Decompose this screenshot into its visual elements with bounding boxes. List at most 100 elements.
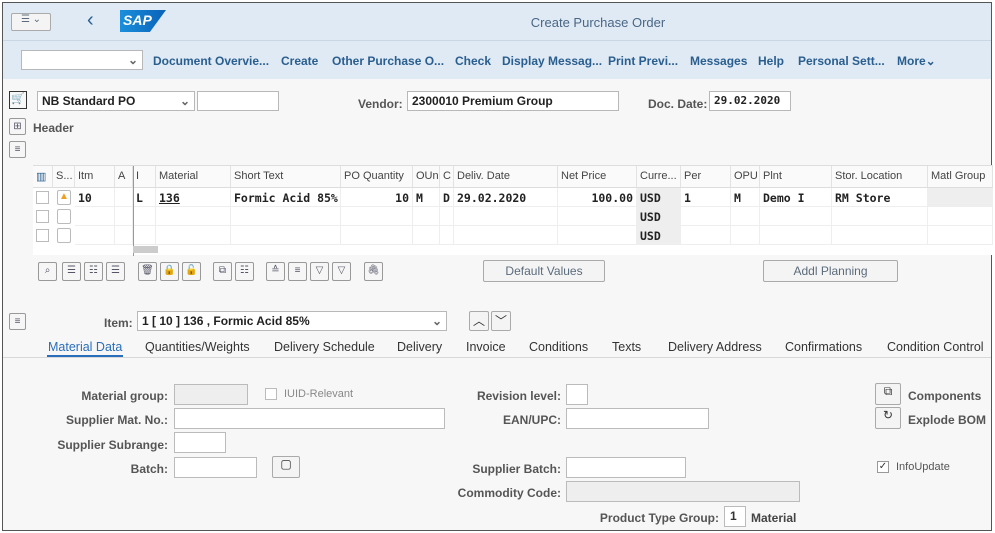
column-header[interactable]: Short Text xyxy=(231,166,341,188)
cell-empty xyxy=(115,188,133,207)
column-header[interactable]: Plnt xyxy=(760,166,832,188)
status-cell xyxy=(57,209,71,224)
batch-field[interactable] xyxy=(174,457,257,478)
tab-confirmations[interactable]: Confirmations xyxy=(785,340,862,354)
po-number-field[interactable] xyxy=(197,91,279,111)
sort-asc-icon[interactable]: ≙ xyxy=(266,262,285,281)
row-select-checkbox[interactable] xyxy=(36,229,49,242)
column-header[interactable]: A xyxy=(115,166,133,188)
iuid-checkbox[interactable] xyxy=(265,388,277,400)
product-type-group-field[interactable]: 1 xyxy=(724,506,746,527)
tab-delivery[interactable]: Delivery xyxy=(397,340,442,354)
doc-type-select[interactable]: NB Standard PO ⌄ xyxy=(37,91,195,111)
lock-icon[interactable]: 🔒 xyxy=(160,262,179,281)
column-header[interactable]: OPU xyxy=(731,166,760,188)
supplier-batch-field[interactable] xyxy=(566,457,686,478)
column-header[interactable]: OUn xyxy=(413,166,440,188)
unlock-icon[interactable]: 🔓 xyxy=(182,262,201,281)
cell-plnt xyxy=(760,207,832,226)
column-header[interactable]: PO Quantity xyxy=(341,166,413,188)
sort-desc-icon[interactable]: ≡ xyxy=(288,262,307,281)
components-button[interactable]: Components xyxy=(908,389,981,403)
commodity-code-field[interactable] xyxy=(566,481,800,502)
tab-quantities-weights[interactable]: Quantities/Weights xyxy=(145,340,250,354)
toolbar-more[interactable]: More⌄ xyxy=(897,54,936,68)
toolbar-other-po[interactable]: Other Purchase O... xyxy=(332,54,444,68)
tab-condition-control[interactable]: Condition Control xyxy=(887,340,984,354)
select-all-icon[interactable]: ▥ xyxy=(33,166,53,188)
ean-field[interactable] xyxy=(566,408,709,429)
cell-stor xyxy=(832,226,928,245)
active-tab-indicator xyxy=(47,355,123,357)
toolbar-print-preview[interactable]: Print Previ... xyxy=(608,54,678,68)
cell-c: D xyxy=(440,188,454,207)
cell-oun xyxy=(413,226,440,245)
delete-icon[interactable]: 🗑 xyxy=(138,262,157,281)
revision-level-field[interactable] xyxy=(566,384,588,405)
explode-bom-button[interactable]: Explode BOM xyxy=(908,413,986,427)
column-header[interactable]: C xyxy=(440,166,454,188)
supplier-mat-field[interactable] xyxy=(174,408,445,429)
column-header[interactable]: Itm xyxy=(75,166,115,188)
toolbar-messages[interactable]: Messages xyxy=(690,54,747,68)
explode-bom-icon[interactable]: ↻ xyxy=(875,407,901,429)
cart-icon[interactable]: 🛒 xyxy=(9,91,27,109)
toolbar-personal-settings[interactable]: Personal Sett... xyxy=(798,54,885,68)
toolbar-create[interactable]: Create xyxy=(281,54,318,68)
column-header[interactable]: Material xyxy=(156,166,231,188)
select-block-icon[interactable]: ☰ xyxy=(106,262,125,281)
toolbar-document-overview[interactable]: Document Overvie... xyxy=(153,54,269,68)
column-header[interactable]: I xyxy=(133,166,156,188)
tab-material-data[interactable]: Material Data xyxy=(48,340,122,354)
previous-item-button[interactable]: ︿ xyxy=(469,311,489,331)
tab-delivery-address[interactable]: Delivery Address xyxy=(668,340,762,354)
row-select-checkbox[interactable] xyxy=(36,191,49,204)
cell-material[interactable]: 136 xyxy=(156,188,231,207)
cell-empty xyxy=(115,226,133,245)
clear-filter-icon[interactable]: ▽ xyxy=(332,262,351,281)
default-values-button[interactable]: Default Values xyxy=(483,260,605,282)
row-select-checkbox[interactable] xyxy=(36,210,49,223)
tab-delivery-schedule[interactable]: Delivery Schedule xyxy=(274,340,375,354)
filter-icon[interactable]: ▽ xyxy=(310,262,329,281)
cell-material[interactable] xyxy=(156,226,231,245)
toolbar-check[interactable]: Check xyxy=(455,54,491,68)
select-all-rows-icon[interactable]: ☰ xyxy=(62,262,81,281)
expand-header-icon[interactable]: ⊞ xyxy=(9,118,26,135)
item-select[interactable]: 1 [ 10 ] 136 , Formic Acid 85% ⌄ xyxy=(137,311,447,331)
copy-icon[interactable]: ⧉ xyxy=(213,262,232,281)
cell-opu xyxy=(731,207,760,226)
column-header[interactable]: Per xyxy=(681,166,731,188)
tab-invoice[interactable]: Invoice xyxy=(466,340,506,354)
info-update-checkbox[interactable]: ✓ xyxy=(877,461,889,473)
command-field[interactable]: ⌄ xyxy=(21,50,143,70)
toolbar-help[interactable]: Help xyxy=(758,54,784,68)
components-icon[interactable]: ⧉ xyxy=(875,383,901,405)
details-icon[interactable]: ☷ xyxy=(235,262,254,281)
material-group-field[interactable] xyxy=(174,384,248,405)
column-header[interactable]: Stor. Location xyxy=(832,166,928,188)
collapse-item-detail-icon[interactable]: ≡ xyxy=(9,313,26,330)
tab-conditions[interactable]: Conditions xyxy=(529,340,588,354)
toolbar-display-messages[interactable]: Display Messag... xyxy=(502,54,602,68)
vendor-field[interactable]: 2300010 Premium Group xyxy=(407,91,619,111)
column-header[interactable]: Matl Group xyxy=(928,166,993,188)
column-header[interactable]: Net Price xyxy=(558,166,637,188)
column-header[interactable]: Curre... xyxy=(637,166,681,188)
column-header[interactable]: S... xyxy=(53,166,75,188)
cell-stor: RM Store xyxy=(832,188,928,207)
collapse-items-icon[interactable]: ≡ xyxy=(9,141,26,158)
addl-planning-button[interactable]: Addl Planning xyxy=(763,260,898,282)
doc-date-field[interactable]: 29.02.2020 xyxy=(709,91,791,111)
zoom-icon[interactable]: ⌕ xyxy=(38,262,57,281)
batch-copy-icon[interactable]: ▢ xyxy=(272,456,300,478)
subrange-field[interactable] xyxy=(174,432,226,453)
horizontal-scrollbar[interactable] xyxy=(133,246,158,253)
deselect-rows-icon[interactable]: ☷ xyxy=(84,262,103,281)
attachment-icon[interactable]: 🖇 xyxy=(364,262,383,281)
next-item-button[interactable]: ﹀ xyxy=(491,311,511,331)
cell-material[interactable] xyxy=(156,207,231,226)
commodity-code-label: Commodity Code: xyxy=(457,486,561,500)
column-header[interactable]: Deliv. Date xyxy=(454,166,558,188)
tab-texts[interactable]: Texts xyxy=(612,340,641,354)
